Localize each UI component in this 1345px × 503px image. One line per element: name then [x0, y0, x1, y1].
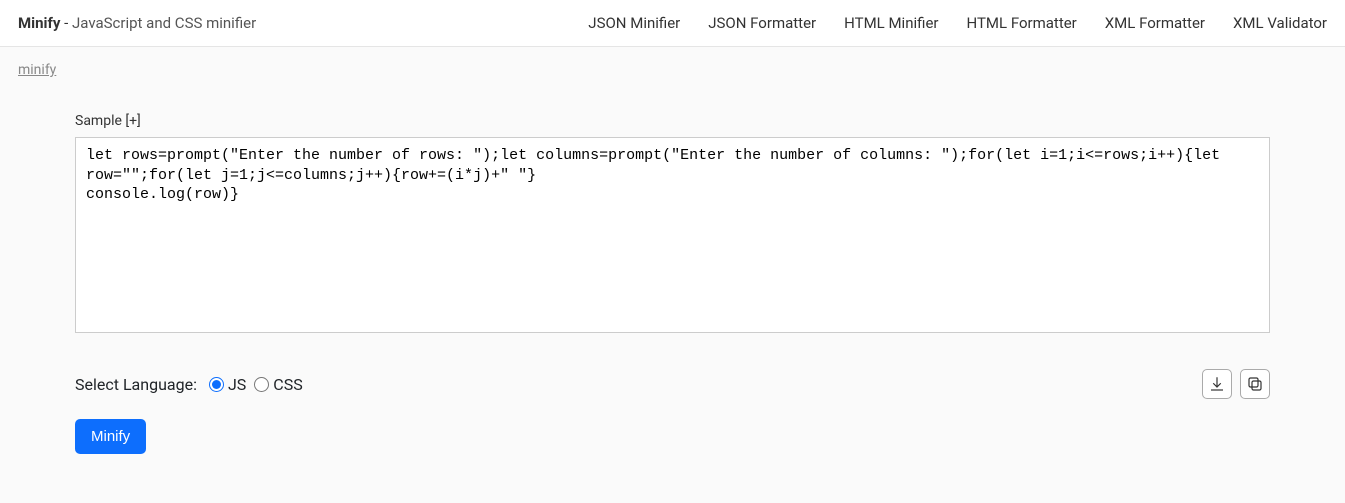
sample-row: Sample [+]	[75, 113, 1270, 129]
nav-html-formatter[interactable]: HTML Formatter	[966, 14, 1076, 32]
download-button[interactable]	[1202, 369, 1232, 399]
breadcrumb-minify[interactable]: minify	[18, 62, 56, 78]
nav-json-minifier[interactable]: JSON Minifier	[588, 14, 680, 32]
nav-xml-formatter[interactable]: XML Formatter	[1105, 14, 1205, 32]
copy-icon	[1246, 375, 1264, 393]
nav-xml-validator[interactable]: XML Validator	[1233, 14, 1327, 32]
brand: Minify - JavaScript and CSS minifier	[18, 14, 256, 32]
brand-sep: -	[60, 14, 72, 32]
sample-expand-button[interactable]: [+]	[125, 113, 140, 129]
header: Minify - JavaScript and CSS minifier JSO…	[0, 0, 1345, 47]
sample-label: Sample	[75, 113, 125, 129]
code-input[interactable]	[75, 137, 1270, 333]
radio-css-label: CSS	[273, 375, 302, 394]
minify-button[interactable]: Minify	[75, 419, 146, 454]
icon-group	[1202, 369, 1270, 399]
nav-json-formatter[interactable]: JSON Formatter	[708, 14, 816, 32]
main-content: Sample [+] Select Language: JS CSS Minif…	[0, 93, 1345, 454]
controls-row: Select Language: JS CSS	[75, 369, 1270, 399]
top-nav: JSON Minifier JSON Formatter HTML Minifi…	[588, 14, 1327, 32]
brand-name: Minify	[18, 14, 60, 32]
radio-css-input[interactable]	[254, 377, 269, 392]
language-group: Select Language: JS CSS	[75, 375, 303, 394]
copy-button[interactable]	[1240, 369, 1270, 399]
radio-js-label: JS	[228, 375, 246, 394]
radio-js-input[interactable]	[209, 377, 224, 392]
brand-subtitle: JavaScript and CSS minifier	[72, 14, 256, 32]
radio-js[interactable]: JS	[209, 375, 246, 394]
radio-css[interactable]: CSS	[254, 375, 302, 394]
nav-html-minifier[interactable]: HTML Minifier	[844, 14, 938, 32]
select-language-label: Select Language:	[75, 375, 197, 394]
breadcrumb: minify	[0, 47, 1345, 93]
download-icon	[1208, 375, 1226, 393]
